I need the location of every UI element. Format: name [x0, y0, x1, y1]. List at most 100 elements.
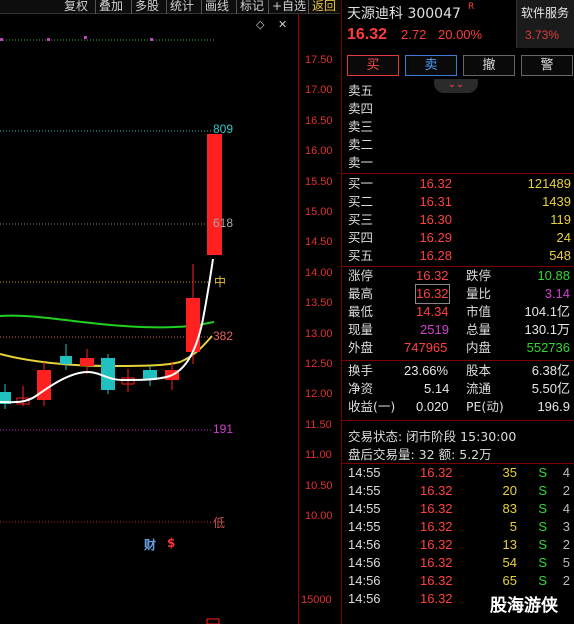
float-value: 5.50亿: [531, 381, 570, 396]
candle: [80, 358, 94, 366]
turnover-label: 换手: [348, 363, 374, 378]
candle: [60, 356, 72, 364]
shares-label: 股本: [466, 363, 492, 378]
financial-report-marker[interactable]: 财: [144, 536, 156, 553]
margin-flag: R: [468, 2, 475, 12]
dividend-marker[interactable]: $: [167, 536, 175, 550]
price-tick: 13.50: [305, 297, 333, 309]
candle: [186, 298, 200, 352]
current-vol-value: 2519: [420, 322, 449, 337]
sell-level-3: 卖三: [348, 119, 374, 134]
high-value: 16.32: [415, 284, 450, 304]
vol-ratio-value: 3.14: [544, 286, 570, 301]
tick-row: 14:56 16.32 65 S 2: [348, 573, 570, 588]
tick-row: 14:55 16.32 5 S 3: [348, 519, 570, 534]
toolbar-draw-line[interactable]: 画线: [201, 0, 229, 14]
eps-label: 收益(一): [348, 399, 396, 414]
fib-label-382: 382: [213, 329, 234, 343]
toolbar-back[interactable]: 返回: [308, 0, 336, 14]
indicator-dot: [0, 38, 3, 41]
low-label: 最低: [348, 304, 374, 319]
sector-box[interactable]: 软件服务 3.73%: [516, 0, 574, 48]
current-vol-label: 现量: [348, 322, 374, 337]
limit-up-label: 涨停: [348, 268, 374, 283]
tick-row: 14:56 16.32 13 S 2: [348, 537, 570, 552]
sell-level-1: 卖一: [348, 155, 374, 170]
indicator-dot: [47, 38, 50, 41]
kline-chart-canvas: [0, 36, 222, 624]
sector-label: 软件服务: [521, 6, 570, 20]
fib-label-809: 809: [213, 122, 234, 136]
divider: [342, 173, 574, 174]
eps-value: 0.020: [416, 399, 449, 414]
toolbar-statistics[interactable]: 统计: [166, 0, 194, 14]
toolbar-restore-rights[interactable]: 复权: [64, 0, 88, 14]
volume-tick: 15000: [301, 594, 332, 606]
vol-ratio-label: 量比: [466, 286, 492, 301]
fib-label-low: 低: [213, 516, 226, 530]
fib-label-618: 618: [213, 216, 234, 230]
price-tick: 13.00: [305, 328, 333, 340]
buy-level-5: 买五 16.28 548: [348, 248, 571, 263]
price-tick: 12.00: [305, 388, 333, 400]
alert-button[interactable]: 警: [521, 55, 573, 76]
kline-chart[interactable]: 809 618 中 382 191 低 财 $ ◇ ✕: [0, 14, 298, 624]
sell-button[interactable]: 卖: [405, 55, 457, 76]
buy-button[interactable]: 买: [347, 55, 399, 76]
indicator-dot: [150, 38, 153, 41]
price-tick: 14.50: [305, 236, 333, 248]
buy-level-2: 买二 16.31 1439: [348, 194, 571, 209]
ma-line-green: [0, 314, 215, 329]
limit-down-label: 跌停: [466, 268, 492, 283]
price-tick: 12.50: [305, 358, 333, 370]
price-tick: 16.50: [305, 115, 333, 127]
buy-level-1: 买一 16.32 121489: [348, 176, 571, 191]
inner-value: 552736: [526, 340, 570, 355]
quote-panel: 天源迪科 300047 R 16.32 2.72 20.00% 软件服务 3.7…: [341, 0, 574, 624]
toolbar-mark[interactable]: 标记: [236, 0, 264, 14]
indicator-dot: [84, 36, 87, 39]
diamond-icon[interactable]: ◇: [256, 18, 264, 31]
candle: [101, 358, 115, 390]
price-tick: 17.50: [305, 54, 333, 66]
price-axis: 17.50 17.00 16.50 16.00 15.50 15.00 14.5…: [298, 14, 340, 624]
toolbar-multi-stock[interactable]: 多股: [131, 0, 159, 14]
outer-label: 外盘: [348, 340, 374, 355]
outer-value: 747965: [404, 340, 448, 355]
volume-bar-marker: [206, 618, 220, 624]
pe-label: PE(动): [466, 399, 504, 414]
total-vol-label: 总量: [466, 322, 492, 337]
candle: [207, 134, 222, 255]
after-hours-volume: 盘后交易量: 32 额: 5.2万: [348, 447, 492, 462]
toolbar-overlay[interactable]: 叠加: [95, 0, 123, 14]
limit-up-value: 16.32: [416, 268, 449, 283]
tick-row: 14:55 16.32 20 S 2: [348, 483, 570, 498]
tick-row: 14:55 16.32 35 S 4: [348, 465, 570, 480]
trade-status: 交易状态: 闭市阶段 15:30:00: [348, 429, 517, 444]
candle: [37, 370, 51, 400]
price-change: 2.72: [401, 27, 427, 42]
buy-level-4: 买四 16.29 24: [348, 230, 571, 245]
tick-row: 14:55 16.32 83 S 4: [348, 501, 570, 516]
price-tick: 15.50: [305, 176, 333, 188]
inner-label: 内盘: [466, 340, 492, 355]
nav-label: 净资: [348, 381, 374, 396]
fib-label-mid: 中: [214, 275, 227, 289]
sell-level-2: 卖二: [348, 137, 374, 152]
limit-down-value: 10.88: [537, 268, 570, 283]
sell-level-4: 卖四: [348, 101, 374, 116]
shares-value: 6.38亿: [531, 363, 570, 378]
candles: [0, 134, 222, 409]
divider: [342, 360, 574, 361]
price-tick: 17.00: [305, 84, 333, 96]
watermark: 股海游侠: [490, 596, 558, 616]
price-change-pct: 20.00%: [438, 27, 483, 42]
tick-row: 14:56 16.32 54 S 5: [348, 555, 570, 570]
toolbar-add-watchlist[interactable]: +自选: [268, 0, 306, 14]
cancel-order-button[interactable]: 撤: [463, 55, 515, 76]
close-icon[interactable]: ✕: [278, 18, 287, 31]
total-vol-value: 130.1万: [524, 322, 570, 337]
stock-name-code: 天源迪科 300047: [347, 6, 461, 22]
float-label: 流通: [466, 381, 492, 396]
price-tick: 11.50: [305, 419, 332, 431]
